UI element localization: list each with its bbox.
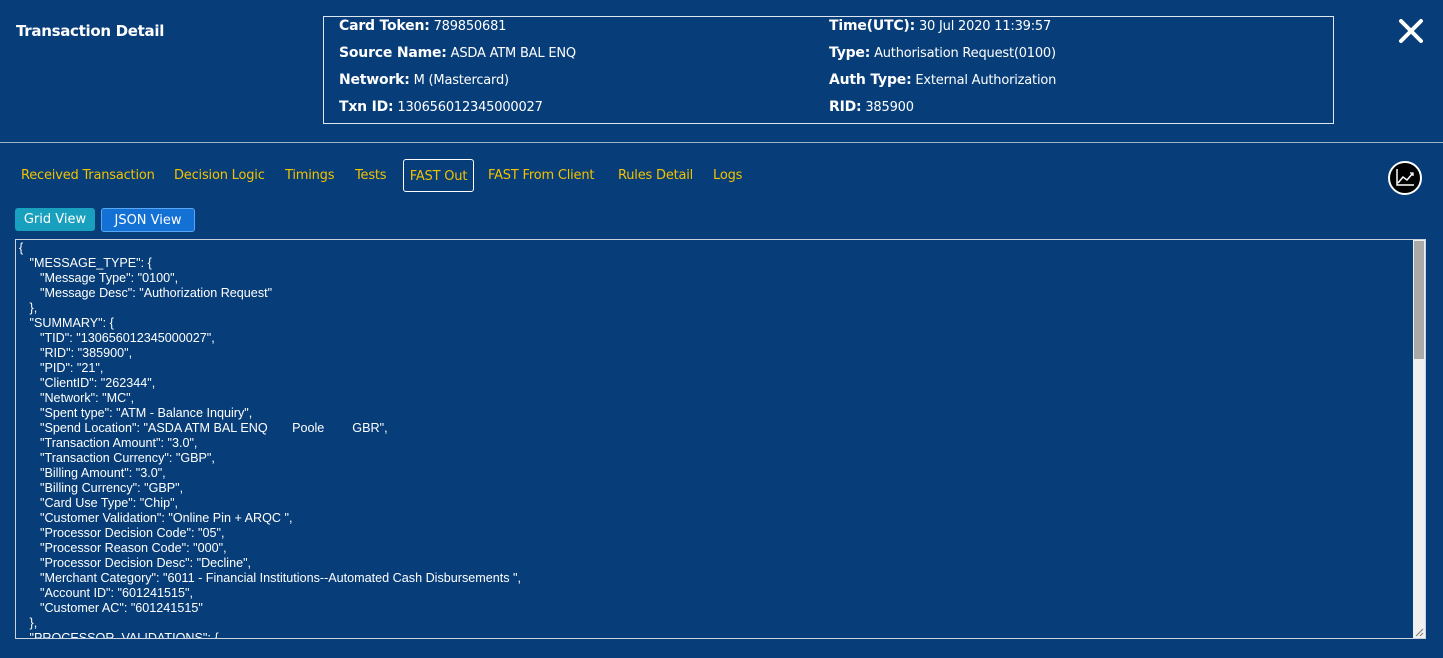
json-viewer[interactable]: { "MESSAGE_TYPE": { "Message Type": "010… bbox=[15, 239, 1426, 639]
tab-received-transaction[interactable]: Received Transaction bbox=[21, 159, 155, 192]
tab-rules-detail[interactable]: Rules Detail bbox=[618, 159, 693, 192]
line-chart-icon bbox=[1396, 169, 1414, 186]
vertical-scrollbar[interactable] bbox=[1413, 240, 1425, 638]
rid-label: RID: bbox=[829, 99, 862, 115]
card-token-value: 789850681 bbox=[433, 19, 507, 34]
close-button[interactable] bbox=[1396, 16, 1426, 46]
txn-id-label: Txn ID: bbox=[339, 99, 394, 115]
type-label: Type: bbox=[829, 45, 871, 61]
tab-fast-out[interactable]: FAST Out bbox=[403, 159, 474, 192]
tab-logs[interactable]: Logs bbox=[713, 159, 742, 192]
type-value: Authorisation Request(0100) bbox=[874, 46, 1056, 61]
header-divider bbox=[0, 142, 1443, 143]
close-icon bbox=[1399, 19, 1423, 43]
tab-decision-logic[interactable]: Decision Logic bbox=[174, 159, 265, 192]
time-row: Time(UTC): 30 Jul 2020 11:39:57 bbox=[829, 18, 1051, 34]
json-content: { "MESSAGE_TYPE": { "Message Type": "010… bbox=[19, 241, 522, 639]
type-row: Type: Authorisation Request(0100) bbox=[829, 45, 1056, 61]
time-label: Time(UTC): bbox=[829, 18, 916, 34]
auth-type-label: Auth Type: bbox=[829, 72, 912, 88]
source-name-label: Source Name: bbox=[339, 45, 447, 61]
transaction-info-panel: Card Token: 789850681 Source Name: ASDA … bbox=[323, 16, 1334, 124]
rid-value: 385900 bbox=[865, 100, 914, 115]
tab-timings[interactable]: Timings bbox=[285, 159, 334, 192]
rid-row: RID: 385900 bbox=[829, 99, 914, 115]
json-view-button[interactable]: JSON View bbox=[101, 208, 195, 232]
txn-id-value: 130656012345000027 bbox=[397, 100, 543, 115]
tab-fast-from-client[interactable]: FAST From Client bbox=[488, 159, 594, 192]
chart-button[interactable] bbox=[1388, 161, 1422, 195]
source-name-value: ASDA ATM BAL ENQ bbox=[450, 46, 576, 61]
network-label: Network: bbox=[339, 72, 410, 88]
auth-type-value: External Authorization bbox=[915, 73, 1057, 88]
txn-id-row: Txn ID: 130656012345000027 bbox=[339, 99, 543, 115]
grid-view-button[interactable]: Grid View bbox=[15, 208, 95, 231]
tab-tests[interactable]: Tests bbox=[355, 159, 387, 192]
resize-grip-icon[interactable] bbox=[1415, 628, 1424, 637]
network-value: M (Mastercard) bbox=[413, 73, 509, 88]
auth-type-row: Auth Type: External Authorization bbox=[829, 72, 1056, 88]
time-value: 30 Jul 2020 11:39:57 bbox=[918, 19, 1052, 34]
page-title: Transaction Detail bbox=[16, 22, 165, 40]
network-row: Network: M (Mastercard) bbox=[339, 72, 509, 88]
scrollbar-thumb[interactable] bbox=[1414, 241, 1424, 359]
source-name-row: Source Name: ASDA ATM BAL ENQ bbox=[339, 45, 576, 61]
card-token-label: Card Token: bbox=[339, 18, 430, 34]
card-token-row: Card Token: 789850681 bbox=[339, 18, 506, 34]
